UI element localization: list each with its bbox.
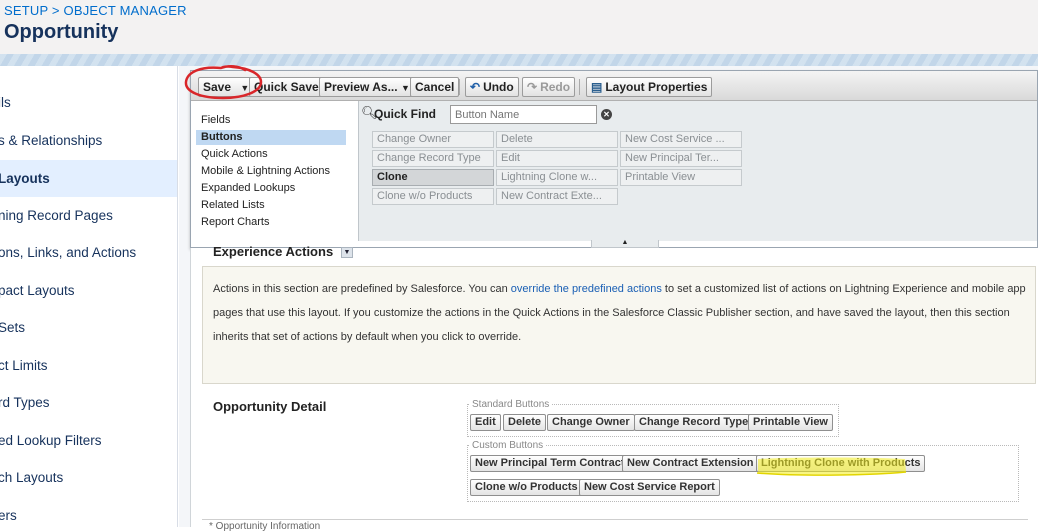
palette-item[interactable]: New Cost Service ...	[620, 131, 742, 148]
cancel-button[interactable]: Cancel	[410, 77, 460, 97]
palette-item[interactable]: New Principal Ter...	[620, 150, 742, 167]
override-actions-link[interactable]: override the predefined actions	[511, 283, 662, 295]
preview-dropdown-icon: ▼	[400, 83, 410, 93]
description-text: Actions in this section are predefined b…	[213, 283, 511, 295]
category-related-lists[interactable]: Related Lists	[196, 198, 346, 213]
palette-item-selected[interactable]: Clone	[372, 169, 494, 186]
category-buttons[interactable]: Buttons	[196, 130, 346, 145]
clone-without-products-button[interactable]: Clone w/o Products	[470, 479, 583, 496]
custom-buttons-label: Custom Buttons	[470, 440, 546, 451]
new-cost-service-report-button[interactable]: New Cost Service Report	[579, 479, 720, 496]
sidebar-item-record-types[interactable]: rd Types	[0, 384, 177, 421]
breadcrumb-object-manager[interactable]: OBJECT MANAGER	[64, 3, 187, 18]
palette-item[interactable]: Change Owner	[372, 131, 494, 148]
sidebar-item-search-layouts[interactable]: ch Layouts	[0, 459, 177, 496]
sidebar-item-buttons-links-actions[interactable]: ons, Links, and Actions	[0, 234, 177, 271]
redo-label: Redo	[540, 80, 571, 94]
sidebar-item-compact-layouts[interactable]: pact Layouts	[0, 272, 177, 309]
palette-item[interactable]: Clone w/o Products	[372, 188, 494, 205]
breadcrumb-setup[interactable]: SETUP	[4, 3, 48, 18]
section-toggle-icon[interactable]: ▼	[341, 247, 353, 258]
change-owner-button[interactable]: Change Owner	[547, 414, 635, 431]
palette-item[interactable]: Delete	[496, 131, 618, 148]
layout-canvas: Experience Actions ▼ Actions in this sec…	[190, 244, 1038, 532]
sidebar-item-object-limits[interactable]: ct Limits	[0, 347, 177, 384]
palette-item[interactable]: Lightning Clone w...	[496, 169, 618, 186]
header-pattern	[0, 54, 1038, 66]
toolbar-separator	[579, 79, 580, 95]
layout-palette: Save ▼ Quick Save Preview As... ▼ Cancel…	[190, 70, 1038, 248]
undo-label: Undo	[483, 80, 514, 94]
layout-properties-icon: ▤	[591, 80, 603, 94]
edit-button[interactable]: Edit	[470, 414, 501, 431]
preview-as-label: Preview As...	[324, 80, 398, 94]
category-expanded-lookups[interactable]: Expanded Lookups	[196, 181, 346, 196]
layout-toolbar: Save ▼ Quick Save Preview As... ▼ Cancel…	[191, 71, 1037, 101]
section-divider	[202, 519, 1028, 520]
quick-find-input[interactable]	[450, 105, 597, 124]
save-dropdown-icon[interactable]: ▼	[240, 83, 249, 93]
layout-properties-button[interactable]: ▤ Layout Properties	[586, 77, 713, 97]
palette-item[interactable]: Change Record Type	[372, 150, 494, 167]
experience-actions-title: Experience Actions	[213, 244, 334, 259]
new-contract-extension-button[interactable]: New Contract Extension	[622, 455, 759, 472]
palette-items-panel: 🔍︎ Quick Find ✕ Change Owner Delete New …	[358, 101, 1037, 241]
palette-item[interactable]: Edit	[496, 150, 618, 167]
category-quick-actions[interactable]: Quick Actions	[196, 147, 346, 162]
preview-as-button[interactable]: Preview As... ▼	[319, 77, 415, 97]
toolbar-separator	[459, 79, 460, 95]
standard-buttons-label: Standard Buttons	[470, 399, 552, 410]
sidebar-item-triggers[interactable]: ers	[0, 497, 177, 527]
palette-category-list: Fields Buttons Quick Actions Mobile & Li…	[196, 109, 356, 245]
sidebar-item-relationships[interactable]: s & Relationships	[0, 122, 177, 159]
sidebar-item-lightning-record-pages[interactable]: ning Record Pages	[0, 197, 177, 234]
save-label: Save	[203, 80, 232, 94]
save-button[interactable]: Save ▼	[198, 77, 255, 97]
sidebar: ils s & Relationships Layouts ning Recor…	[0, 66, 178, 527]
palette-item[interactable]: New Contract Exte...	[496, 188, 618, 205]
printable-view-button[interactable]: Printable View	[748, 414, 833, 431]
undo-icon: ↶	[470, 80, 481, 94]
redo-button[interactable]: ↷ Redo	[522, 77, 576, 97]
page-header: SETUP > OBJECT MANAGER Opportunity	[0, 0, 1038, 66]
category-report-charts[interactable]: Report Charts	[196, 215, 346, 230]
palette-item[interactable]: Printable View	[620, 169, 742, 186]
redo-icon: ↷	[527, 80, 538, 94]
opportunity-detail-title: Opportunity Detail	[213, 399, 327, 414]
sidebar-item-page-layouts[interactable]: Layouts	[0, 160, 177, 197]
page-title: Opportunity	[4, 21, 119, 43]
lightning-clone-with-products-button[interactable]: Lightning Clone with Products	[756, 455, 926, 472]
category-mobile-lightning-actions[interactable]: Mobile & Lightning Actions	[196, 164, 346, 179]
category-fields[interactable]: Fields	[196, 113, 346, 128]
change-record-type-button[interactable]: Change Record Type	[634, 414, 754, 431]
experience-actions-description: Actions in this section are predefined b…	[213, 277, 1033, 349]
sidebar-item-related-lookup-filters[interactable]: ed Lookup Filters	[0, 422, 177, 459]
breadcrumb-separator: >	[51, 3, 60, 18]
experience-actions-section: Actions in this section are predefined b…	[202, 266, 1036, 384]
new-principal-term-contract-button[interactable]: New Principal Term Contract	[470, 455, 630, 472]
breadcrumb: SETUP > OBJECT MANAGER	[4, 3, 187, 18]
collapse-palette-handle[interactable]: ▲	[591, 239, 659, 248]
undo-button[interactable]: ↶ Undo	[465, 77, 519, 97]
layout-properties-label: Layout Properties	[605, 80, 708, 94]
quick-save-button[interactable]: Quick Save	[249, 77, 324, 97]
quick-find-label: Quick Find	[374, 107, 437, 121]
sidebar-item-field-sets[interactable]: Sets	[0, 309, 177, 346]
clear-search-icon[interactable]: ✕	[601, 109, 612, 120]
sidebar-item-fields[interactable]: ils	[0, 84, 177, 121]
delete-button[interactable]: Delete	[503, 414, 547, 431]
